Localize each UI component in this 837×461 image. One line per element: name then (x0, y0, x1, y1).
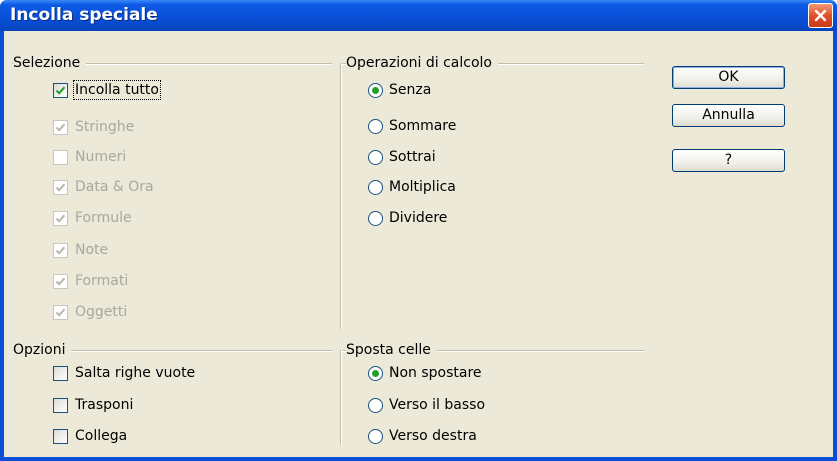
radio-circle[interactable] (368, 210, 383, 226)
radio-non-spostare[interactable]: Non spostare (368, 362, 482, 384)
radio-verso-il-basso[interactable]: Verso il basso (368, 394, 485, 416)
checkbox-box[interactable] (53, 397, 68, 413)
checkbox-box[interactable] (53, 82, 68, 98)
window-frame-right (833, 31, 837, 461)
checkmark-icon (55, 246, 66, 255)
checkbox-box[interactable] (53, 365, 68, 381)
checkbox-collega[interactable]: Collega (53, 425, 127, 447)
group-vertical-divider (340, 350, 342, 445)
radio-moltiplica[interactable]: Moltiplica (368, 176, 456, 198)
checkbox-box[interactable] (53, 119, 68, 135)
close-icon (814, 9, 827, 22)
group-label-operazioni: Operazioni di calcolo (346, 55, 498, 71)
radio-sommare[interactable]: Sommare (368, 115, 456, 137)
checkmark-icon (55, 86, 66, 95)
radio-circle[interactable] (368, 118, 383, 134)
radio-dividere[interactable]: Dividere (368, 207, 447, 229)
checkbox-incolla-tutto[interactable]: Incolla tutto (53, 79, 161, 101)
checkbox-note[interactable]: Note (53, 239, 108, 261)
radio-label: Senza (389, 82, 432, 98)
group-label-sposta-celle: Sposta celle (346, 342, 437, 358)
checkbox-label: Salta righe vuote (75, 365, 196, 381)
checkbox-label: Formule (75, 210, 132, 226)
radio-dot (372, 86, 379, 94)
dialog-window: Incolla speciale Selezione Incolla tutto… (0, 0, 837, 461)
radio-circle[interactable] (368, 82, 383, 98)
dialog-title: Incolla speciale (10, 5, 158, 25)
ok-button[interactable]: OK (672, 66, 785, 89)
checkbox-box[interactable] (53, 273, 68, 289)
checkbox-numeri[interactable]: Numeri (53, 146, 126, 168)
group-label-selezione: Selezione (13, 55, 87, 71)
group-label-opzioni: Opzioni (13, 342, 72, 358)
radio-label: Verso il basso (389, 397, 486, 413)
dialog-body: Selezione Incolla tutto Stringhe Numeri … (4, 31, 833, 457)
checkbox-box[interactable] (53, 242, 68, 258)
radio-senza[interactable]: Senza (368, 79, 431, 101)
checkbox-label: Incolla tutto (73, 80, 161, 100)
checkbox-box[interactable] (53, 304, 68, 320)
radio-circle[interactable] (368, 179, 383, 195)
checkbox-label: Trasponi (75, 397, 134, 413)
radio-label: Dividere (389, 210, 448, 226)
checkbox-label: Collega (75, 428, 128, 444)
checkbox-box[interactable] (53, 179, 68, 195)
checkbox-label: Oggetti (75, 304, 128, 320)
radio-circle[interactable] (368, 397, 383, 413)
checkbox-label: Numeri (75, 149, 127, 165)
radio-circle[interactable] (368, 149, 383, 165)
checkmark-icon (55, 277, 66, 286)
checkbox-formule[interactable]: Formule (53, 207, 132, 229)
checkmark-icon (55, 214, 66, 223)
radio-label: Sottrai (389, 149, 436, 165)
checkbox-trasponi[interactable]: Trasponi (53, 394, 133, 416)
title-bar[interactable]: Incolla speciale (0, 0, 837, 31)
radio-label: Non spostare (389, 365, 482, 381)
checkbox-label: Formati (75, 273, 129, 289)
help-button[interactable]: ? (672, 149, 785, 172)
radio-label: Moltiplica (389, 179, 456, 195)
checkmark-icon (55, 123, 66, 132)
checkbox-box[interactable] (53, 428, 68, 444)
radio-sottrai[interactable]: Sottrai (368, 146, 436, 168)
checkbox-box[interactable] (53, 210, 68, 226)
checkbox-box[interactable] (53, 149, 68, 165)
radio-label: Verso destra (389, 428, 477, 444)
checkbox-stringhe[interactable]: Stringhe (53, 116, 134, 138)
radio-circle[interactable] (368, 428, 383, 444)
checkbox-formati[interactable]: Formati (53, 270, 128, 292)
checkbox-label: Stringhe (75, 119, 135, 135)
checkbox-data-ora[interactable]: Data & Ora (53, 176, 154, 198)
checkbox-oggetti[interactable]: Oggetti (53, 301, 127, 323)
close-button[interactable] (808, 3, 833, 28)
radio-verso-destra[interactable]: Verso destra (368, 425, 477, 447)
checkbox-label: Note (75, 242, 109, 258)
radio-circle[interactable] (368, 365, 383, 381)
radio-dot (372, 369, 379, 377)
checkbox-label: Data & Ora (75, 179, 154, 195)
checkbox-salta-righe-vuote[interactable]: Salta righe vuote (53, 362, 195, 384)
cancel-button[interactable]: Annulla (672, 104, 785, 127)
checkmark-icon (55, 183, 66, 192)
checkmark-icon (55, 308, 66, 317)
group-vertical-divider (340, 63, 342, 329)
radio-label: Sommare (389, 118, 457, 134)
